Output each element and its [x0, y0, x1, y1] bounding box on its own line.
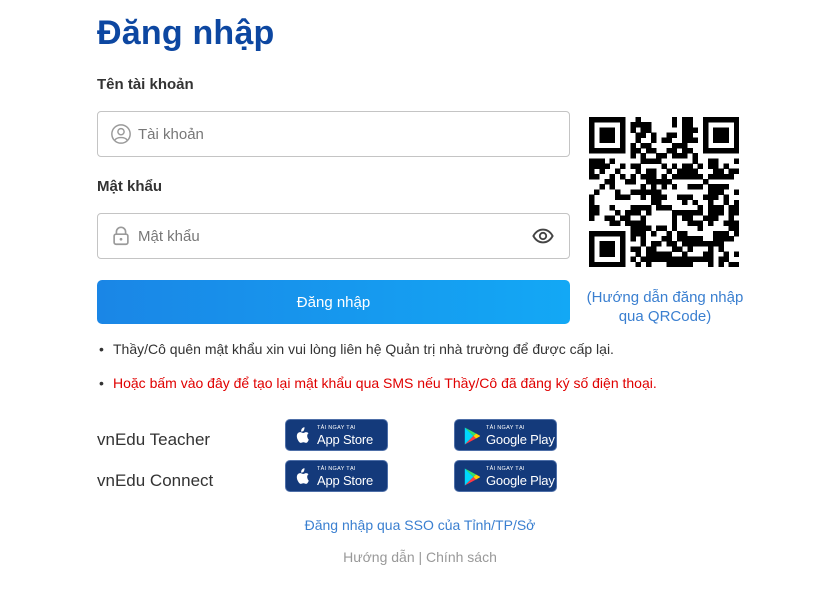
- teacher-app-store-badge[interactable]: TẢI NGAY TẠI App Store: [285, 419, 388, 451]
- forgot-password-note: • Thầy/Cô quên mật khẩu xin vui lòng liên…: [99, 341, 614, 357]
- page-title: Đăng nhập: [97, 14, 275, 52]
- badge-big-text: Google Play: [486, 473, 555, 488]
- password-field[interactable]: [97, 213, 570, 259]
- connect-google-play-badge[interactable]: TẢI NGAY TẠI Google Play: [454, 460, 557, 492]
- app-name-teacher: vnEdu Teacher: [97, 430, 211, 449]
- password-input[interactable]: [138, 214, 518, 258]
- username-input[interactable]: [138, 112, 518, 156]
- username-field[interactable]: [97, 111, 570, 157]
- connect-app-store-badge[interactable]: TẢI NGAY TẠI App Store: [285, 460, 388, 492]
- apple-icon: [296, 427, 309, 443]
- badge-big-text: App Store: [317, 432, 374, 447]
- google-play-icon: [464, 427, 481, 445]
- badge-small-text: TẢI NGAY TẠI: [317, 466, 356, 472]
- badge-big-text: Google Play: [486, 432, 555, 447]
- username-label: Tên tài khoản: [97, 76, 194, 93]
- footer-links: Hướng dẫn | Chính sách: [0, 549, 824, 565]
- footer-separator: |: [418, 549, 423, 565]
- sso-login-link[interactable]: Đăng nhập qua SSO của Tỉnh/TP/Sở: [0, 517, 824, 533]
- user-icon: [111, 124, 131, 144]
- teacher-google-play-badge[interactable]: TẢI NGAY TẠI Google Play: [454, 419, 557, 451]
- qr-code: [589, 117, 739, 267]
- badge-small-text: TẢI NGAY TẠI: [317, 425, 356, 431]
- policy-link[interactable]: Chính sách: [426, 549, 497, 565]
- login-button[interactable]: Đăng nhập: [97, 280, 570, 324]
- forgot-password-text: Thầy/Cô quên mật khẩu xin vui lòng liên …: [113, 341, 614, 357]
- sms-reset-link[interactable]: Hoặc bấm vào đây để tạo lại mật khẩu qua…: [113, 375, 657, 391]
- sms-reset-note[interactable]: • Hoặc bấm vào đây để tạo lại mật khẩu qu…: [99, 375, 657, 391]
- badge-big-text: App Store: [317, 473, 374, 488]
- qr-help-link[interactable]: (Hướng dẫn đăng nhập qua QRCode): [580, 288, 750, 326]
- badge-small-text: TẢI NGAY TẠI: [486, 466, 525, 472]
- badge-small-text: TẢI NGAY TẠI: [486, 425, 525, 431]
- password-label: Mật khẩu: [97, 178, 163, 195]
- lock-icon: [113, 226, 129, 246]
- eye-icon[interactable]: [531, 225, 555, 247]
- guide-link[interactable]: Hướng dẫn: [343, 549, 414, 565]
- app-name-connect: vnEdu Connect: [97, 471, 214, 490]
- apple-icon: [296, 468, 309, 484]
- google-play-icon: [464, 468, 481, 486]
